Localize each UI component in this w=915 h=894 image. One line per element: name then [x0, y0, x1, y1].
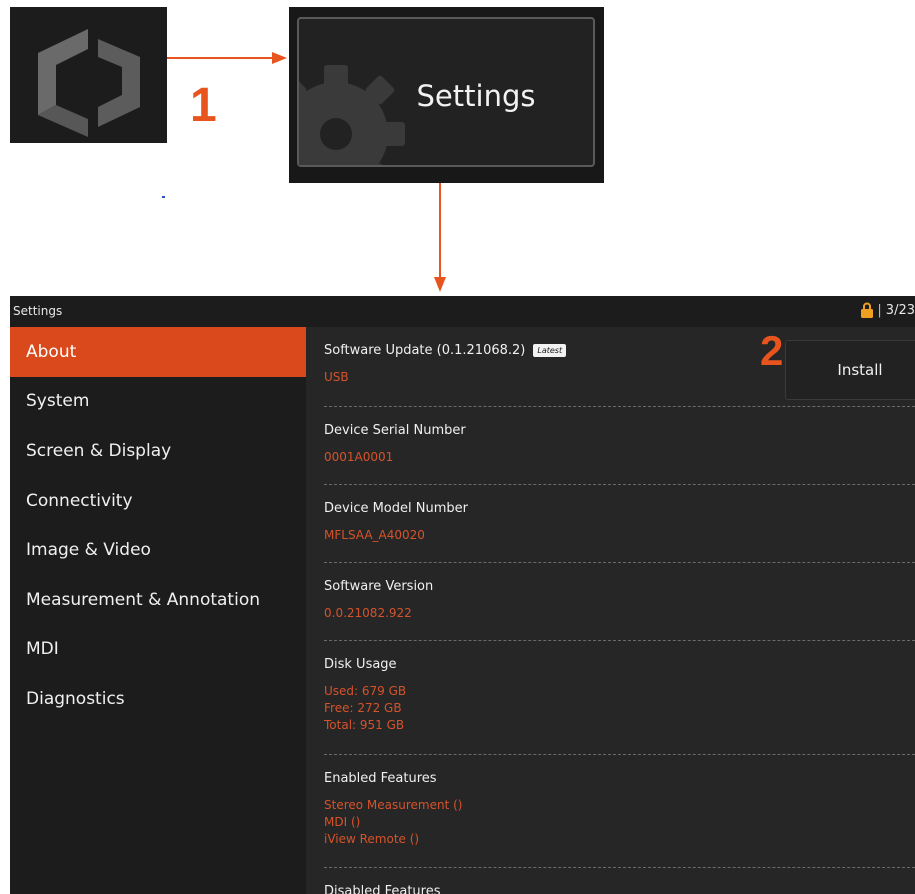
software-version-value: 0.0.21082.922 [324, 606, 412, 620]
sidebar-item-system[interactable]: System [10, 377, 306, 427]
software-update-row: Software Update (0.1.21068.2) Latest USB… [324, 327, 915, 407]
step-2-label: 2 [760, 327, 784, 374]
app-launcher-tile[interactable] [10, 7, 167, 143]
settings-button[interactable]: Settings [297, 17, 595, 167]
status-divider: | [877, 302, 882, 318]
model-number-value: MFLSAA_A40020 [324, 528, 425, 542]
sidebar-item-image-video[interactable]: Image & Video [10, 525, 306, 575]
install-button[interactable]: Install [785, 340, 915, 400]
disk-usage-values: Used: 679 GB Free: 272 GB Total: 951 GB [324, 683, 915, 734]
gear-icon [299, 65, 405, 165]
serial-number-row: Device Serial Number 0001A0001 [324, 407, 915, 485]
enabled-feature-item: Stereo Measurement () [324, 798, 463, 812]
sidebar-item-about[interactable]: About [10, 327, 306, 377]
window-title: Settings [13, 304, 63, 318]
settings-app-tile: Settings [289, 7, 604, 183]
model-number-row: Device Model Number MFLSAA_A40020 [324, 485, 915, 563]
sidebar-item-mdi[interactable]: MDI [10, 625, 306, 675]
status-area: | 3/23 [861, 302, 915, 318]
about-panel: Software Update (0.1.21068.2) Latest USB… [324, 327, 915, 894]
disk-total: Total: 951 GB [324, 718, 405, 732]
sidebar-item-connectivity[interactable]: Connectivity [10, 476, 306, 526]
app-logo-icon [38, 29, 140, 137]
enabled-feature-item: MDI () [324, 815, 361, 829]
serial-number-value: 0001A0001 [324, 450, 394, 464]
enabled-feature-item: iView Remote () [324, 832, 420, 846]
software-version-title: Software Version [324, 579, 434, 594]
disabled-features-title: Disabled Features [324, 884, 441, 894]
lock-icon [861, 302, 874, 318]
settings-sidebar: About System Screen & Display Connectivi… [10, 327, 306, 894]
model-number-title: Device Model Number [324, 501, 468, 516]
settings-window: Settings | 3/23 About System Screen & Di… [10, 296, 915, 894]
serial-number-title: Device Serial Number [324, 423, 466, 438]
settings-tile-label: Settings [416, 79, 536, 113]
software-version-row: Software Version 0.0.21082.922 [324, 563, 915, 641]
sidebar-item-measurement-annotation[interactable]: Measurement & Annotation [10, 575, 306, 625]
disk-free: Free: 272 GB [324, 701, 402, 715]
disk-usage-row: Disk Usage Used: 679 GB Free: 272 GB Tot… [324, 641, 915, 755]
title-bar: Settings | 3/23 [10, 296, 915, 327]
enabled-features-row: Enabled Features Stereo Measurement () M… [324, 755, 915, 868]
disabled-features-row: Disabled Features [324, 868, 915, 894]
disk-used: Used: 679 GB [324, 684, 407, 698]
disk-usage-title: Disk Usage [324, 657, 397, 672]
step-1-label: 1 [190, 79, 217, 132]
software-update-title: Software Update (0.1.21068.2) [324, 343, 526, 358]
sidebar-item-screen-display[interactable]: Screen & Display [10, 426, 306, 476]
sidebar-item-diagnostics[interactable]: Diagnostics [10, 674, 306, 724]
latest-badge: Latest [533, 344, 567, 357]
enabled-features-list: Stereo Measurement () MDI () iView Remot… [324, 797, 915, 848]
marker-dot [162, 196, 165, 198]
status-time: 3/23 [885, 302, 915, 318]
enabled-features-title: Enabled Features [324, 771, 437, 786]
